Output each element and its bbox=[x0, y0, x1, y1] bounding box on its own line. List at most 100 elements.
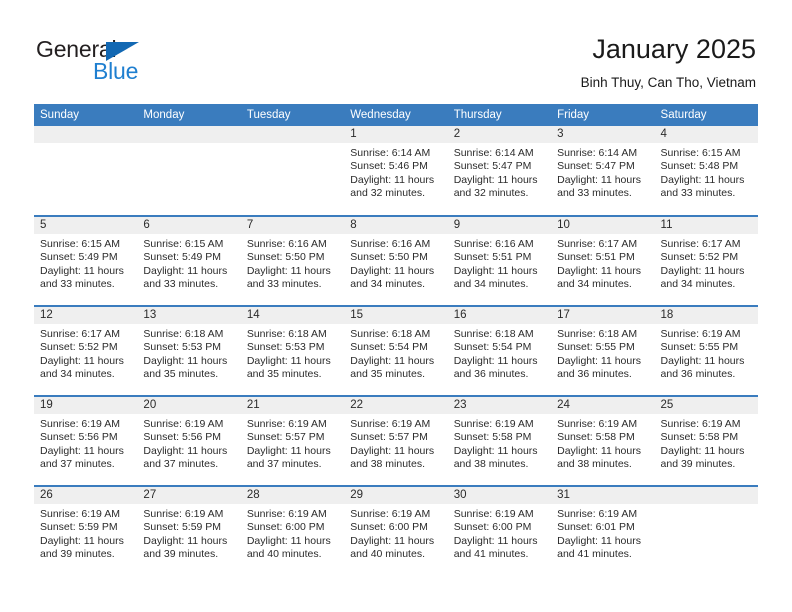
sunset-text: Sunset: 5:49 PM bbox=[40, 251, 118, 264]
day-number: 12 bbox=[34, 307, 138, 324]
sunrise-text: Sunrise: 6:19 AM bbox=[143, 418, 224, 430]
calendar-day-cell[interactable]: 27 Sunrise: 6:19 AM Sunset: 5:59 PM Dayligh… bbox=[137, 485, 241, 576]
daylight-text-line2: and 35 minutes. bbox=[350, 368, 425, 381]
day-number: 30 bbox=[447, 487, 552, 504]
day-number: 10 bbox=[551, 217, 655, 234]
sunrise-text: Sunrise: 6:17 AM bbox=[557, 238, 638, 250]
daylight-text-line2: and 35 minutes. bbox=[143, 368, 219, 381]
sunrise-text: Sunrise: 6:19 AM bbox=[143, 508, 224, 520]
day-details: Sunrise: 6:19 AM Sunset: 5:58 PM Daylight:… bbox=[655, 414, 758, 472]
daylight-text-line2: and 36 minutes. bbox=[660, 368, 736, 381]
calendar-day-cell[interactable]: 12 Sunrise: 6:17 AM Sunset: 5:52 PM Dayligh… bbox=[34, 305, 138, 396]
sunrise-text: Sunrise: 6:19 AM bbox=[350, 418, 431, 430]
daylight-text-line1: Daylight: 11 hours bbox=[557, 264, 641, 277]
calendar-day-cell[interactable]: 13 Sunrise: 6:18 AM Sunset: 5:53 PM Dayligh… bbox=[137, 305, 241, 396]
day-number: 25 bbox=[654, 397, 758, 414]
day-details: Sunrise: 6:19 AM Sunset: 5:57 PM Daylight:… bbox=[344, 414, 447, 472]
sunset-text: Sunset: 5:56 PM bbox=[40, 431, 118, 444]
weekday-header-saturday: Saturday bbox=[654, 104, 758, 126]
daylight-text-line2: and 34 minutes. bbox=[453, 278, 529, 291]
calendar-day-cell[interactable]: 31 Sunrise: 6:19 AM Sunset: 6:01 PM Dayligh… bbox=[551, 485, 655, 576]
daylight-text-line2: and 40 minutes. bbox=[246, 548, 322, 561]
calendar-day-cell[interactable]: 6 Sunrise: 6:15 AM Sunset: 5:49 PM Daylight… bbox=[137, 215, 241, 306]
day-details: Sunrise: 6:15 AM Sunset: 5:49 PM Daylight:… bbox=[137, 234, 240, 292]
day-details: Sunrise: 6:16 AM Sunset: 5:50 PM Daylight:… bbox=[241, 234, 344, 292]
day-details: Sunrise: 6:19 AM Sunset: 5:58 PM Daylight:… bbox=[448, 414, 551, 472]
calendar-day-cell[interactable]: 19 Sunrise: 6:19 AM Sunset: 5:56 PM Dayligh… bbox=[34, 395, 138, 486]
day-details: Sunrise: 6:14 AM Sunset: 5:46 PM Daylight:… bbox=[344, 143, 447, 201]
calendar-day-cell[interactable]: 11 Sunrise: 6:17 AM Sunset: 5:52 PM Dayligh… bbox=[654, 215, 758, 306]
calendar-day-cell[interactable]: 7 Sunrise: 6:16 AM Sunset: 5:50 PM Daylight… bbox=[240, 215, 345, 306]
calendar-day-cell[interactable]: 8 Sunrise: 6:16 AM Sunset: 5:50 PM Daylight… bbox=[344, 215, 448, 306]
daylight-text-line2: and 38 minutes. bbox=[453, 458, 529, 471]
calendar-day-cell[interactable]: 17 Sunrise: 6:18 AM Sunset: 5:55 PM Dayligh… bbox=[551, 305, 655, 396]
day-number: 16 bbox=[447, 307, 552, 324]
day-details: Sunrise: 6:17 AM Sunset: 5:51 PM Daylight:… bbox=[551, 234, 654, 292]
calendar-day-cell-empty bbox=[137, 126, 241, 216]
calendar-day-cell[interactable]: 5 Sunrise: 6:15 AM Sunset: 5:49 PM Daylight… bbox=[34, 215, 138, 306]
sunrise-text: Sunrise: 6:14 AM bbox=[350, 147, 431, 159]
calendar-day-cell[interactable]: 16 Sunrise: 6:18 AM Sunset: 5:54 PM Dayligh… bbox=[447, 305, 552, 396]
daylight-text-line2: and 32 minutes. bbox=[350, 187, 425, 200]
sunset-text: Sunset: 5:58 PM bbox=[660, 431, 739, 444]
day-number: 2 bbox=[447, 126, 552, 143]
day-number: 4 bbox=[654, 126, 758, 143]
weekday-header-sunday: Sunday bbox=[34, 104, 138, 126]
day-details: Sunrise: 6:19 AM Sunset: 5:57 PM Daylight:… bbox=[241, 414, 344, 472]
calendar-day-cell[interactable]: 22 Sunrise: 6:19 AM Sunset: 5:57 PM Dayligh… bbox=[344, 395, 448, 486]
day-number: 26 bbox=[34, 487, 138, 504]
sunrise-text: Sunrise: 6:18 AM bbox=[143, 328, 224, 340]
day-number bbox=[137, 126, 241, 143]
calendar-day-cell[interactable]: 30 Sunrise: 6:19 AM Sunset: 6:00 PM Dayligh… bbox=[447, 485, 552, 576]
calendar-week-row: 12 Sunrise: 6:17 AM Sunset: 5:52 PM Dayligh… bbox=[34, 305, 758, 396]
daylight-text-line1: Daylight: 11 hours bbox=[660, 354, 745, 367]
calendar-day-cell[interactable]: 28 Sunrise: 6:19 AM Sunset: 6:00 PM Dayligh… bbox=[240, 485, 345, 576]
daylight-text-line1: Daylight: 11 hours bbox=[143, 264, 228, 277]
calendar-day-cell[interactable]: 2 Sunrise: 6:14 AM Sunset: 5:47 PM Daylight… bbox=[447, 126, 552, 216]
day-number: 9 bbox=[447, 217, 552, 234]
day-details: Sunrise: 6:18 AM Sunset: 5:55 PM Daylight:… bbox=[551, 324, 654, 382]
sunset-text: Sunset: 6:00 PM bbox=[246, 521, 325, 534]
daylight-text-line2: and 39 minutes. bbox=[143, 548, 219, 561]
day-number: 1 bbox=[344, 126, 448, 143]
sunset-text: Sunset: 5:56 PM bbox=[143, 431, 222, 444]
sunset-text: Sunset: 5:57 PM bbox=[350, 431, 428, 444]
day-details: Sunrise: 6:18 AM Sunset: 5:54 PM Daylight:… bbox=[448, 324, 551, 382]
calendar-day-cell[interactable]: 21 Sunrise: 6:19 AM Sunset: 5:57 PM Dayligh… bbox=[240, 395, 345, 486]
day-number: 3 bbox=[551, 126, 655, 143]
day-number: 14 bbox=[240, 307, 345, 324]
general-blue-logo[interactable]: General Blue bbox=[36, 36, 166, 88]
day-number bbox=[240, 126, 345, 143]
daylight-text-line1: Daylight: 11 hours bbox=[453, 354, 538, 367]
day-details: Sunrise: 6:14 AM Sunset: 5:47 PM Daylight:… bbox=[448, 143, 551, 201]
calendar-day-cell[interactable]: 25 Sunrise: 6:19 AM Sunset: 5:58 PM Dayligh… bbox=[654, 395, 758, 486]
calendar-day-cell[interactable]: 24 Sunrise: 6:19 AM Sunset: 5:58 PM Dayligh… bbox=[551, 395, 655, 486]
daylight-text-line2: and 39 minutes. bbox=[660, 458, 736, 471]
calendar-day-cell[interactable]: 14 Sunrise: 6:18 AM Sunset: 5:53 PM Dayligh… bbox=[240, 305, 345, 396]
day-details: Sunrise: 6:19 AM Sunset: 6:00 PM Daylight:… bbox=[344, 504, 447, 562]
daylight-text-line2: and 33 minutes. bbox=[557, 187, 632, 200]
calendar-day-cell[interactable]: 20 Sunrise: 6:19 AM Sunset: 5:56 PM Dayligh… bbox=[137, 395, 241, 486]
sunrise-text: Sunrise: 6:18 AM bbox=[557, 328, 638, 340]
calendar-day-cell[interactable]: 4 Sunrise: 6:15 AM Sunset: 5:48 PM Daylight… bbox=[654, 126, 758, 216]
calendar-day-cell[interactable]: 3 Sunrise: 6:14 AM Sunset: 5:47 PM Daylight… bbox=[551, 126, 655, 216]
sunset-text: Sunset: 5:54 PM bbox=[350, 341, 428, 354]
day-details: Sunrise: 6:15 AM Sunset: 5:49 PM Daylight:… bbox=[34, 234, 137, 292]
day-number: 27 bbox=[137, 487, 241, 504]
daylight-text-line1: Daylight: 11 hours bbox=[40, 264, 124, 277]
calendar-day-cell[interactable]: 1 Sunrise: 6:14 AM Sunset: 5:46 PM Daylight… bbox=[344, 126, 448, 216]
day-number: 28 bbox=[240, 487, 345, 504]
sunset-text: Sunset: 5:47 PM bbox=[453, 160, 532, 173]
title-block: January 2025 Binh Thuy, Can Tho, Vietnam bbox=[581, 33, 756, 91]
day-number: 6 bbox=[137, 217, 241, 234]
calendar-day-cell[interactable]: 18 Sunrise: 6:19 AM Sunset: 5:55 PM Dayligh… bbox=[654, 305, 758, 396]
calendar-day-cell-empty bbox=[240, 126, 345, 216]
daylight-text-line2: and 38 minutes. bbox=[557, 458, 632, 471]
calendar-day-cell[interactable]: 10 Sunrise: 6:17 AM Sunset: 5:51 PM Dayligh… bbox=[551, 215, 655, 306]
calendar-day-cell[interactable]: 29 Sunrise: 6:19 AM Sunset: 6:00 PM Dayligh… bbox=[344, 485, 448, 576]
calendar-day-cell[interactable]: 23 Sunrise: 6:19 AM Sunset: 5:58 PM Dayligh… bbox=[447, 395, 552, 486]
calendar-day-cell[interactable]: 26 Sunrise: 6:19 AM Sunset: 5:59 PM Dayligh… bbox=[34, 485, 138, 576]
sunset-text: Sunset: 6:00 PM bbox=[453, 521, 532, 534]
calendar-day-cell[interactable]: 9 Sunrise: 6:16 AM Sunset: 5:51 PM Daylight… bbox=[447, 215, 552, 306]
calendar-day-cell[interactable]: 15 Sunrise: 6:18 AM Sunset: 5:54 PM Dayligh… bbox=[344, 305, 448, 396]
